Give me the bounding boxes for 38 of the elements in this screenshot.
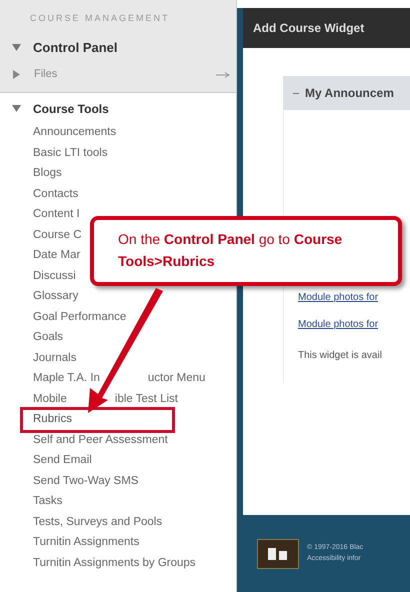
widget-note: This widget is avail <box>298 349 383 363</box>
menu-item[interactable]: Contacts <box>33 186 78 203</box>
section-heading: COURSE MANAGEMENT <box>29 12 171 25</box>
menu-item[interactable]: Tests, Surveys and Pools <box>33 514 162 531</box>
menu-item[interactable]: Turnitin Assignments by Groups <box>33 554 196 572</box>
menu-item[interactable]: ible Test List <box>114 390 178 408</box>
menu-item[interactable]: Course C <box>33 226 82 244</box>
menu-item[interactable]: Send Email <box>33 452 92 470</box>
expand-triangle-icon[interactable] <box>12 105 21 112</box>
panel-title[interactable]: Control Panel <box>33 38 118 58</box>
menu-item[interactable]: Blogs <box>33 165 62 182</box>
section-title[interactable]: Course Tools <box>33 100 109 118</box>
menu-item[interactable]: Goals <box>33 329 64 346</box>
menu-item[interactable]: Discussi <box>33 268 76 285</box>
menu-item[interactable]: Turnitin Assignments <box>33 534 140 552</box>
menu-item[interactable]: Glossary <box>33 288 78 306</box>
collapse-triangle-icon[interactable] <box>13 70 20 79</box>
menu-item[interactable]: Date Mar <box>33 247 80 264</box>
module-link[interactable]: Module photos for <box>298 290 410 317</box>
menu-item[interactable]: Maple T.A. In <box>33 370 100 388</box>
menu-item[interactable]: Content I <box>33 206 80 224</box>
menu-item[interactable]: uctor Menu <box>148 370 206 388</box>
expand-triangle-icon[interactable] <box>12 44 21 51</box>
menu-item[interactable]: Announcements <box>33 124 116 142</box>
right-arrow-icon <box>216 72 230 78</box>
menu-item[interactable]: Tasks <box>33 493 62 510</box>
menu-item[interactable]: Rubrics <box>20 406 175 433</box>
menu-item[interactable]: Journals <box>33 350 76 367</box>
menu-item[interactable]: Basic LTI tools <box>33 144 108 162</box>
menu-item[interactable]: Goal Performance <box>33 308 126 326</box>
module-link[interactable]: Module photos for <box>298 317 410 344</box>
menu-item[interactable]: Mobile <box>33 390 67 408</box>
callout-text: On the Control Panel go to Course Tools>Rubrics <box>118 231 342 269</box>
menu-item[interactable]: Files <box>34 66 202 83</box>
menu-item[interactable]: Send Two-Way SMS <box>33 472 138 490</box>
module-header[interactable]: My Announcem <box>283 76 410 110</box>
menu-item[interactable]: Self and Peer Assessment <box>33 432 168 449</box>
page-title: Add Course Widget <box>253 20 364 37</box>
